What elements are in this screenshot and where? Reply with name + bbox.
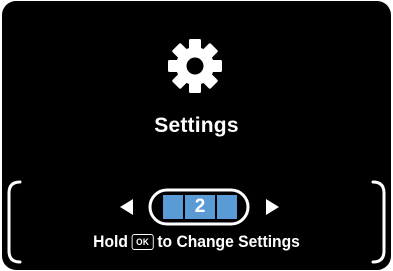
gear-icon <box>168 39 222 93</box>
hint-prefix: Hold <box>93 232 128 251</box>
right-bracket <box>371 180 386 264</box>
ok-button-icon: OK <box>131 233 154 250</box>
page-slot-next <box>217 195 237 219</box>
next-page-arrow-icon[interactable] <box>266 199 279 215</box>
current-page-number: 2 <box>194 196 206 217</box>
page-slot-previous <box>163 195 183 219</box>
camera-settings-screen: Settings 2 Hold OK to Change Settings <box>2 1 391 270</box>
hold-ok-hint: Hold OK to Change Settings <box>18 232 376 252</box>
previous-page-arrow-icon[interactable] <box>120 199 133 215</box>
left-bracket <box>7 180 22 264</box>
hint-suffix: to Change Settings <box>157 232 300 251</box>
page-title: Settings <box>154 114 239 137</box>
